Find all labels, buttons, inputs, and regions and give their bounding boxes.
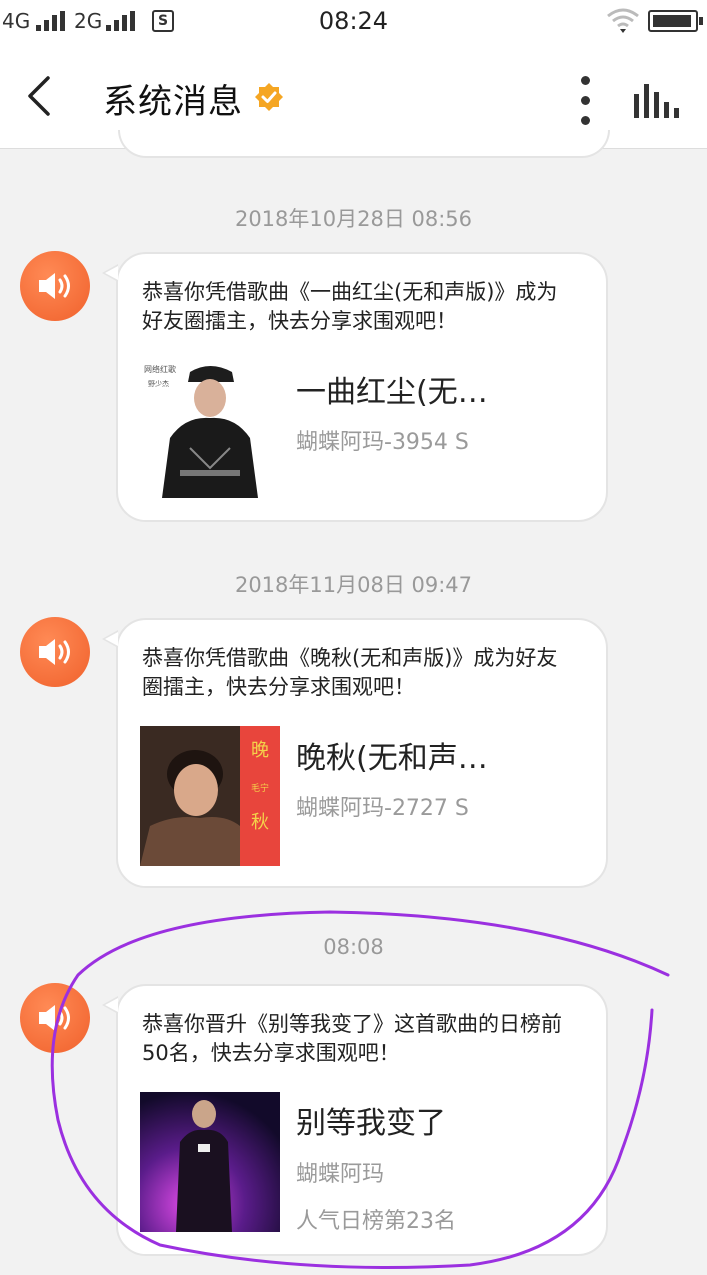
verified-badge-icon [255, 83, 283, 111]
speaker-icon [39, 1005, 70, 1031]
speaker-icon [39, 639, 70, 665]
song-cover[interactable] [140, 1092, 280, 1232]
clock: 08:24 [318, 7, 389, 35]
song-artist-score: 蝴蝶阿玛-2727 S [296, 796, 469, 821]
message-text: 恭喜你凭借歌曲《一曲红尘(无和声版)》成为好友圈擂主，快去分享求围观吧！ [142, 280, 558, 333]
status-bar: 4G 2G S 08:24 [0, 0, 707, 44]
equalizer-icon[interactable] [634, 84, 680, 118]
wifi-icon [607, 8, 639, 33]
message-bubble[interactable]: 恭喜你晋升《别等我变了》这首歌曲的日榜前50名，快去分享求围观吧！ 别等我变了 … [102, 984, 608, 1256]
song-cover-art: 网络红歌 野少杰 [140, 358, 280, 498]
message-timestamp: 2018年10月28日 08:56 [234, 207, 473, 231]
song-artist: 蝴蝶阿玛 [296, 1162, 385, 1187]
message-timestamp: 2018年11月08日 09:47 [234, 573, 473, 597]
song-cover[interactable]: 晚 毛宁 秋 [140, 726, 280, 866]
song-title[interactable]: 别等我变了 [296, 1098, 446, 1142]
song-rank: 人气日榜第23名 [296, 1209, 456, 1234]
cover-text-1: 晚 [251, 740, 269, 761]
cover-text-1: 网络红歌 [144, 364, 176, 374]
cover-text-3: 秋 [251, 812, 269, 833]
previous-message-bubble [118, 130, 610, 158]
message-timestamp: 08:08 [323, 935, 384, 959]
song-cover-art: 晚 毛宁 秋 [140, 726, 280, 866]
song-artist-score: 蝴蝶阿玛-3954 S [296, 430, 469, 455]
system-avatar [20, 251, 90, 321]
message-bubble[interactable]: 恭喜你凭借歌曲《一曲红尘(无和声版)》成为好友圈擂主，快去分享求围观吧！ 网络红… [102, 252, 608, 522]
speaker-icon [39, 273, 70, 299]
song-cover-art [140, 1092, 280, 1232]
cover-text-2: 野少杰 [148, 379, 169, 388]
more-options-icon[interactable] [570, 74, 600, 126]
system-avatar [20, 617, 90, 687]
cover-text-2: 毛宁 [251, 782, 269, 794]
back-arrow-icon[interactable] [22, 74, 58, 118]
system-avatar [20, 983, 90, 1053]
song-cover[interactable]: 网络红歌 野少杰 [140, 358, 280, 498]
song-title[interactable]: 一曲红尘(无… [296, 367, 488, 411]
battery-icon [648, 10, 703, 32]
message-bubble[interactable]: 恭喜你凭借歌曲《晚秋(无和声版)》成为好友圈擂主，快去分享求围观吧！ 晚 毛宁 … [102, 618, 608, 888]
page-title: 系统消息 [103, 82, 243, 122]
song-title[interactable]: 晚秋(无和声… [296, 733, 488, 777]
message-text: 恭喜你晋升《别等我变了》这首歌曲的日榜前50名，快去分享求围观吧！ [142, 1012, 562, 1065]
message-text: 恭喜你凭借歌曲《晚秋(无和声版)》成为好友圈擂主，快去分享求围观吧！ [142, 646, 558, 699]
